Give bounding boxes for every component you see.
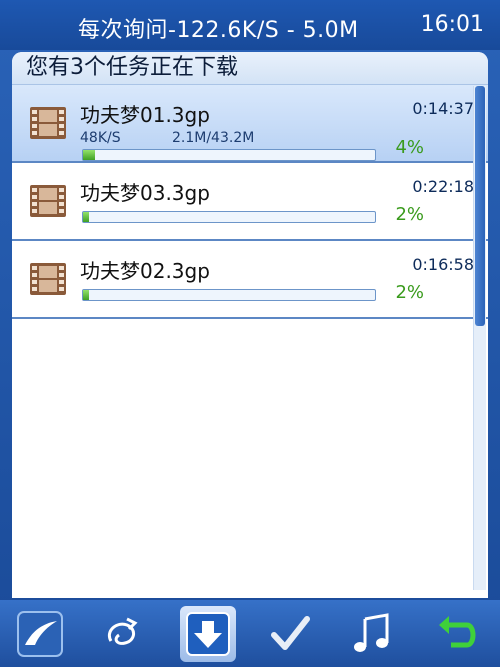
progress-fill [83,150,95,160]
progress-bar [82,211,376,223]
bottom-toolbar [0,600,500,667]
remaining-time: 0:14:37 [412,99,474,118]
download-row-3[interactable]: 功夫梦02.3gp 0:16:58 2% [12,241,488,319]
download-row-2[interactable]: 功夫梦03.3gp 0:22:18 2% [12,163,488,241]
checkmark-icon [271,616,310,650]
status-bar: 每次询问-122.6K/S - 5.0M 16:01 [0,0,500,50]
download-speed: 48K/S [80,130,121,146]
progress-percent: 2% [395,282,424,303]
progress-percent: 4% [395,137,424,158]
progress-bar [82,149,376,161]
scroll-thumb[interactable] [475,86,485,326]
loop-button[interactable] [96,606,152,662]
progress-bar [82,289,376,301]
file-name: 功夫梦01.3gp [80,103,210,127]
phone-screen: 每次询问-122.6K/S - 5.0M 16:01 您有3个任务正在下载 功夫… [0,0,500,667]
music-note-icon [354,613,389,652]
status-time: 16:01 [420,12,484,37]
back-button[interactable] [428,606,484,662]
download-panel: 您有3个任务正在下载 功夫梦01.3gp 0:14:37 48K/S 2.1M/… [12,52,488,598]
loop-icon [108,617,138,645]
music-button[interactable] [344,606,400,662]
download-button[interactable] [180,606,236,662]
panel-header: 您有3个任务正在下载 [12,52,488,85]
download-list: 功夫梦01.3gp 0:14:37 48K/S 2.1M/43.2M 4% 功夫… [12,85,488,319]
scrollbar[interactable] [473,86,486,590]
progress-fill [83,212,89,222]
completed-button[interactable] [262,606,318,662]
file-name: 功夫梦03.3gp [80,181,210,205]
film-icon [30,107,66,139]
home-button[interactable] [12,606,68,662]
file-name: 功夫梦02.3gp [80,259,210,283]
remaining-time: 0:22:18 [412,177,474,196]
progress-fill [83,290,89,300]
home-swoosh-icon [17,611,63,657]
back-arrow-icon [439,616,476,648]
download-row-1[interactable]: 功夫梦01.3gp 0:14:37 48K/S 2.1M/43.2M 4% [12,85,488,163]
remaining-time: 0:16:58 [412,255,474,274]
film-icon [30,263,66,295]
film-icon [30,185,66,217]
download-size: 2.1M/43.2M [172,130,255,146]
download-icon [186,612,230,656]
status-text: 每次询问-122.6K/S - 5.0M [78,18,359,43]
progress-percent: 2% [395,204,424,225]
